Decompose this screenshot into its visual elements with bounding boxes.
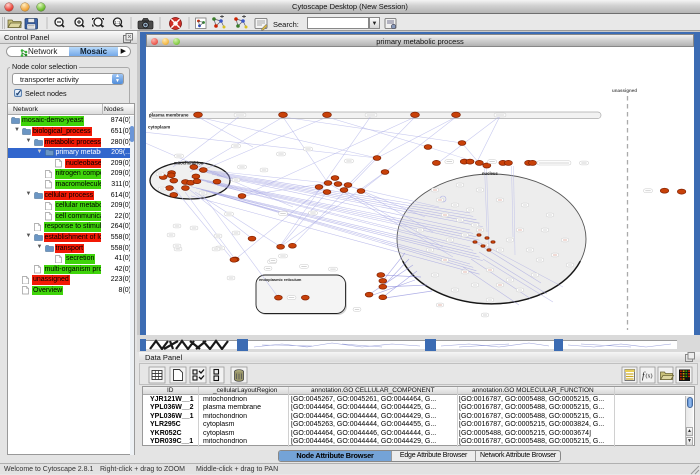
svg-text:unassigned: unassigned (612, 88, 637, 93)
svg-text:(x): (x) (646, 373, 653, 380)
svg-text:plasma membrane: plasma membrane (149, 113, 189, 118)
svg-text:mitochondrion: mitochondrion (174, 161, 204, 166)
svg-text:nucleus: nucleus (482, 171, 498, 176)
svg-text:endoplasmic reticulum: endoplasmic reticulum (259, 277, 302, 282)
svg-text:1:1: 1:1 (114, 20, 121, 25)
svg-text:cytoplasm: cytoplasm (148, 124, 170, 129)
